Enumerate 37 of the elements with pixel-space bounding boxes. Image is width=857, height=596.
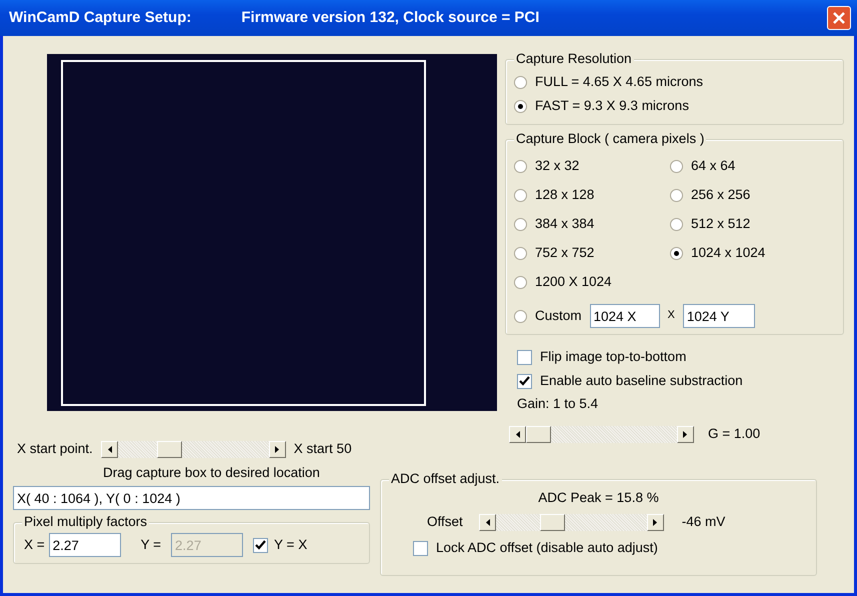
- checkbox-label: Lock ADC offset (disable auto adjust): [436, 540, 658, 556]
- option-label: FULL = 4.65 X 4.65 microns: [535, 74, 703, 90]
- capture-range-field[interactable]: X( 40 : 1064 ), Y( 0 : 1024 ): [13, 486, 370, 510]
- option-label: 1024 x 1024: [691, 244, 766, 262]
- group-title: ADC offset adjust.: [389, 471, 502, 488]
- option-label: 512 x 512: [691, 216, 750, 232]
- option-label: 1200 X 1024: [535, 274, 612, 290]
- field-label: Y =: [140, 537, 162, 554]
- option-label: FAST = 9.3 X 9.3 microns: [535, 98, 689, 114]
- adc-peak-text: ADC Peak = 15.8 %: [537, 490, 660, 506]
- slider-reading: X start 50: [294, 440, 352, 458]
- checkbox-label: Flip image top-to-bottom: [540, 348, 686, 366]
- window-subtitle: Firmware version 132, Clock source = PCI: [241, 9, 540, 27]
- option-label: 64 x 64: [691, 158, 736, 174]
- x-factor-field[interactable]: 2.27: [48, 533, 121, 558]
- gain-label: Gain: 1 to 5.4: [517, 396, 600, 412]
- option-label: Custom: [535, 308, 582, 324]
- window-title: WinCamD Capture Setup:: [9, 9, 192, 27]
- checkbox-label: Y = X: [274, 537, 308, 554]
- field-label: X =: [24, 537, 45, 554]
- width-field[interactable]: 1024 X: [590, 304, 660, 328]
- option-label: 256 x 256: [691, 186, 750, 204]
- option-label: 752 x 752: [535, 244, 594, 262]
- group-title: Capture Block ( camera pixels ): [514, 131, 706, 148]
- height-field[interactable]: 1024 Y: [682, 304, 755, 328]
- option-label: 384 x 384: [535, 216, 594, 232]
- option-label: 128 x 128: [535, 186, 594, 204]
- slider-reading: G = 1.00: [708, 426, 760, 442]
- hint-text: Drag capture box to desired location: [102, 465, 321, 482]
- slider-label: Offset: [427, 514, 463, 530]
- slider-label: X start point.: [17, 440, 93, 458]
- separator-text: X: [668, 309, 675, 323]
- group-title: Pixel multiply factors: [22, 514, 150, 530]
- option-label: 32 x 32: [535, 158, 580, 174]
- group-title: Capture Resolution: [514, 51, 634, 68]
- checkbox-label: Enable auto baseline substraction: [540, 372, 743, 390]
- slider-reading: -46 mV: [682, 514, 726, 530]
